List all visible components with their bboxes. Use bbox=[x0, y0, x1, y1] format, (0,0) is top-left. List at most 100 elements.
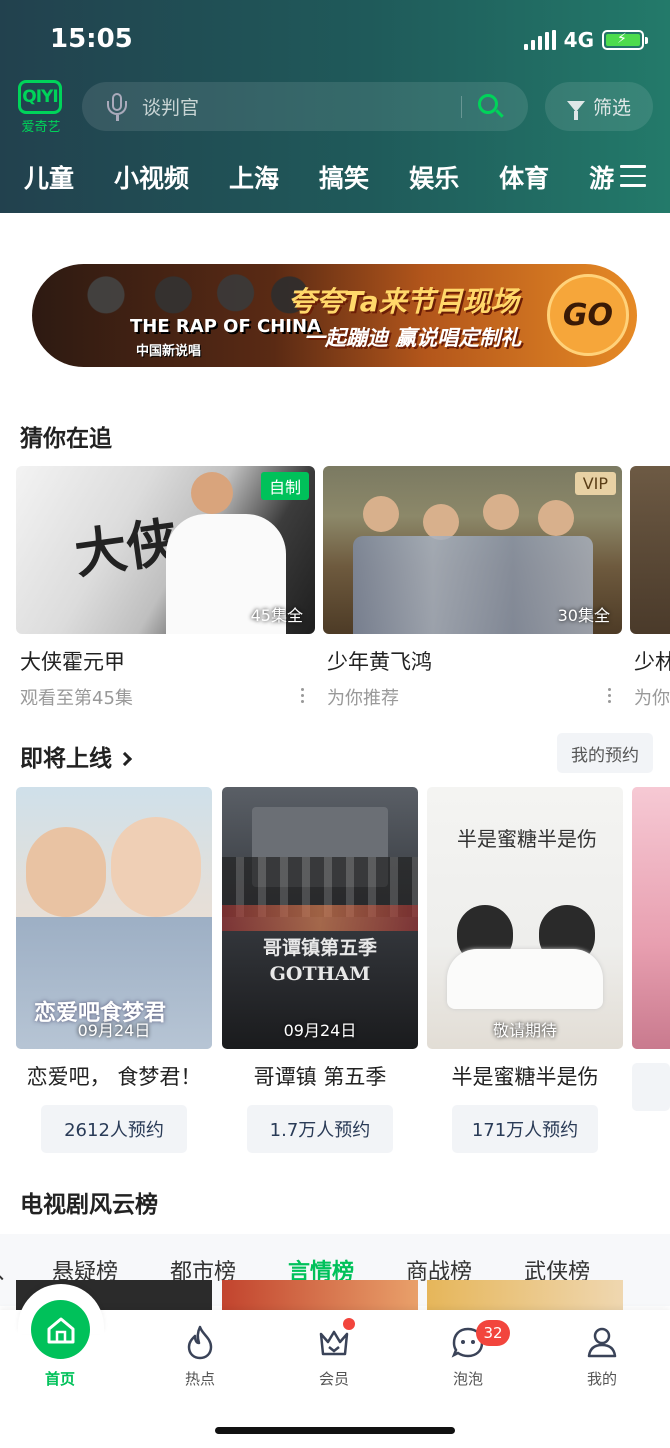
banner-subline: 一起蹦迪 赢说唱定制礼 bbox=[304, 326, 522, 350]
more-options-icon[interactable] bbox=[301, 688, 305, 706]
channel-menu-icon[interactable] bbox=[620, 165, 646, 194]
poster-boy-head bbox=[538, 500, 574, 536]
banner-go-button[interactable]: GO bbox=[547, 274, 629, 356]
release-date: 09月24日 bbox=[77, 1021, 151, 1040]
upcoming-card[interactable]: 哥谭镇第五季 GOTHAM 09月24日 哥谭镇 第五季 1.7万人预约 bbox=[222, 787, 418, 1153]
card-title: 少林 bbox=[634, 650, 670, 674]
home-indicator bbox=[215, 1427, 455, 1434]
nav-hot[interactable]: 热点 bbox=[155, 1324, 245, 1389]
poster-image: 恋爱吧食梦君 09月24日 bbox=[16, 787, 212, 1049]
nav-vip[interactable]: 会员 bbox=[289, 1324, 379, 1389]
poster-title-art: 半是蜜糖半是伤 bbox=[457, 827, 597, 851]
poster-face-right bbox=[111, 817, 201, 917]
card-title: 恋爱吧， 食梦君！ bbox=[26, 1065, 202, 1089]
bubble-count-badge: 32 bbox=[476, 1320, 510, 1346]
funnel-icon bbox=[566, 101, 585, 120]
banner-show-subtitle: 中国新说唱 bbox=[136, 344, 202, 359]
card-title: 哥谭镇 第五季 bbox=[253, 1065, 387, 1089]
my-reservations-button[interactable]: 我的预约 bbox=[557, 733, 653, 773]
home-icon[interactable] bbox=[31, 1300, 90, 1359]
upcoming-section-title[interactable]: 即将上线 bbox=[20, 739, 133, 773]
poster-image: 哥谭镇第五季 GOTHAM 09月24日 bbox=[222, 787, 418, 1049]
channel-tab[interactable]: 体育 bbox=[499, 159, 549, 195]
poster-fire bbox=[222, 905, 418, 931]
poster-image: 大侠 自制 45集全 bbox=[16, 466, 315, 634]
search-icon[interactable] bbox=[478, 93, 504, 120]
card-title: 半是蜜糖半是伤 bbox=[451, 1065, 599, 1089]
reserve-button[interactable]: 1.7万人预约 bbox=[247, 1105, 393, 1153]
search-bar[interactable]: 谈判官 bbox=[82, 82, 528, 131]
upcoming-title-text: 即将上线 bbox=[20, 746, 112, 772]
channel-tab[interactable]: 娱乐 bbox=[409, 159, 459, 195]
filter-label: 筛选 bbox=[592, 97, 631, 119]
watching-card[interactable]: 大侠 自制 45集全 大侠霍元甲 观看至第45集 bbox=[16, 466, 315, 710]
ranking-posters-strip bbox=[0, 1280, 670, 1310]
poster-image: 半是蜜糖半是伤 敬请期待 bbox=[427, 787, 623, 1049]
logo-text: 爱奇艺 bbox=[21, 120, 61, 135]
watching-section-title: 猜你在追 bbox=[20, 426, 112, 452]
more-options-icon[interactable] bbox=[608, 688, 612, 706]
poster-face-left bbox=[26, 827, 106, 917]
upcoming-card[interactable]: 恋爱吧食梦君 09月24日 恋爱吧， 食梦君！ 2612人预约 bbox=[16, 787, 212, 1153]
battery-icon: ⚡ bbox=[602, 30, 648, 50]
ranking-section-title: 电视剧风云榜 bbox=[20, 1192, 158, 1218]
nav-home-label[interactable]: 首页 bbox=[15, 1368, 105, 1389]
poster-figure-head bbox=[191, 472, 233, 514]
status-indicators: 4G ⚡ bbox=[523, 28, 648, 52]
signal-icon bbox=[523, 30, 556, 50]
card-title: 少年黄飞鸿 bbox=[327, 650, 432, 674]
episode-count: 30集全 bbox=[557, 606, 610, 625]
card-subtitle: 观看至第45集 bbox=[20, 688, 133, 709]
poster-boy-head bbox=[363, 496, 399, 532]
watching-card[interactable]: VIP 30集全 少年黄飞鸿 为你推荐 bbox=[323, 466, 622, 710]
person-icon bbox=[587, 1327, 617, 1358]
logo-mark: QIYI bbox=[18, 80, 62, 114]
card-subtitle: 为你推荐 bbox=[327, 688, 399, 709]
reserve-button[interactable] bbox=[632, 1063, 670, 1111]
card-subtitle: 为你 bbox=[634, 688, 670, 709]
nav-me-label: 我的 bbox=[586, 1370, 617, 1388]
upcoming-card[interactable]: 半是蜜糖半是伤 敬请期待 半是蜜糖半是伤 171万人预约 bbox=[427, 787, 623, 1153]
channel-tab[interactable]: 游 bbox=[589, 159, 614, 195]
poster-image bbox=[632, 787, 670, 1049]
poster-image: VIP 30集全 bbox=[323, 466, 622, 634]
channel-tab[interactable]: 儿童 bbox=[24, 159, 74, 195]
network-type: 4G bbox=[563, 28, 594, 52]
promo-banner[interactable]: THE RAP OF CHINA 中国新说唱 夸夸Ta来节目现场 一起蹦迪 赢说… bbox=[32, 264, 637, 367]
microphone-icon[interactable] bbox=[106, 92, 128, 121]
flame-icon bbox=[187, 1325, 213, 1360]
filter-button[interactable]: 筛选 bbox=[545, 82, 653, 131]
channel-tab[interactable]: 搞笑 bbox=[319, 159, 369, 195]
reserve-button[interactable]: 171万人预约 bbox=[452, 1105, 598, 1153]
episode-count: 45集全 bbox=[250, 606, 303, 625]
upcoming-card[interactable] bbox=[632, 787, 670, 1111]
rank-poster bbox=[222, 1280, 418, 1310]
release-date: 09月24日 bbox=[283, 1021, 357, 1040]
vip-badge: VIP bbox=[574, 472, 616, 495]
iqiyi-logo[interactable]: QIYI 爱奇艺 bbox=[18, 80, 64, 135]
card-title: 大侠霍元甲 bbox=[20, 650, 125, 674]
status-time: 15:05 bbox=[50, 24, 133, 54]
search-divider bbox=[461, 95, 462, 118]
original-badge: 自制 bbox=[260, 472, 309, 500]
watching-card[interactable]: 少林 为你 bbox=[630, 466, 670, 710]
channel-tab[interactable]: 上海 bbox=[229, 159, 279, 195]
vip-notification-dot bbox=[343, 1318, 355, 1330]
poster-title-art: 哥谭镇第五季 GOTHAM bbox=[262, 937, 377, 985]
rank-poster bbox=[427, 1280, 623, 1310]
banner-headline: 夸夸Ta来节目现场 bbox=[288, 285, 519, 318]
channel-tabs: 儿童 小视频 上海 搞笑 娱乐 体育 游 bbox=[0, 152, 670, 202]
nav-bubble-label: 泡泡 bbox=[452, 1370, 483, 1388]
poster-sweaters bbox=[447, 949, 603, 1009]
nav-vip-label: 会员 bbox=[318, 1370, 349, 1388]
chevron-right-icon bbox=[117, 751, 133, 767]
reserve-button[interactable]: 2612人预约 bbox=[41, 1105, 187, 1153]
nav-hot-label: 热点 bbox=[184, 1370, 215, 1388]
channel-tab[interactable]: 小视频 bbox=[114, 159, 189, 195]
poster-image bbox=[630, 466, 670, 634]
poster-boy-head bbox=[483, 494, 519, 530]
nav-me[interactable]: 我的 bbox=[557, 1324, 647, 1389]
release-date: 敬请期待 bbox=[492, 1021, 557, 1040]
top-header: 15:05 4G ⚡ QIYI 爱奇艺 谈判官 筛选 儿童 小视频 上海 搞笑 … bbox=[0, 0, 670, 213]
search-input[interactable]: 谈判官 bbox=[142, 93, 461, 120]
